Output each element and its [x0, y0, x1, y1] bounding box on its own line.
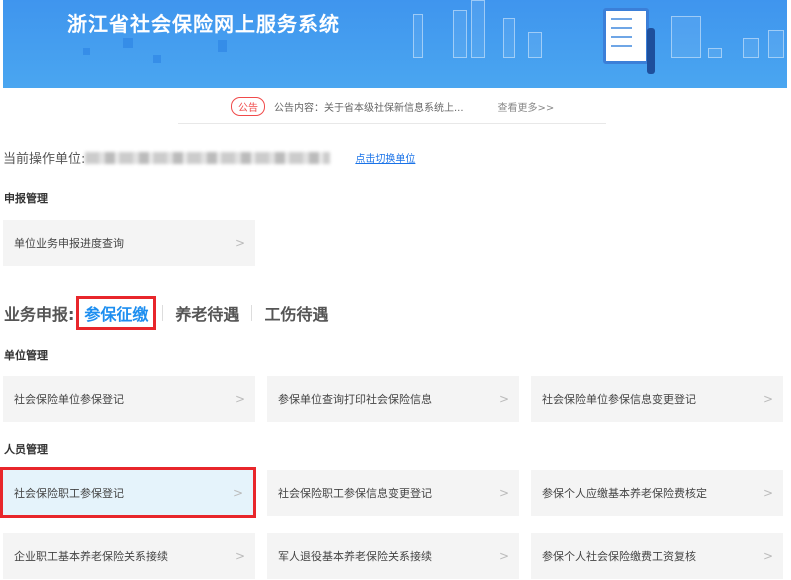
- card-label: 军人退役基本养老保险关系接续: [278, 550, 432, 563]
- notice-bar: 公告 公告内容：关于省本级社保新信息系统上... 查看更多>>: [231, 97, 554, 116]
- building-icon: [768, 30, 784, 58]
- decor-square: [123, 38, 133, 48]
- building-icon: [503, 18, 515, 58]
- chevron-right-icon: >: [762, 486, 773, 500]
- chevron-right-icon: >: [234, 392, 245, 406]
- person-illustration: [647, 28, 655, 74]
- decor-square: [218, 40, 227, 52]
- card-label: 单位业务申报进度查询: [14, 237, 124, 250]
- card-label: 社会保险职工参保登记: [14, 486, 124, 500]
- tab-insurance-collection[interactable]: 参保征缴: [76, 296, 157, 330]
- card-label: 企业职工基本养老保险关系接续: [14, 550, 168, 563]
- divider: [178, 123, 606, 124]
- building-icon: [413, 14, 423, 58]
- chevron-right-icon: >: [762, 392, 773, 406]
- chevron-right-icon: >: [232, 485, 243, 500]
- section-title: 单位管理: [4, 349, 48, 362]
- menu-card[interactable]: 单位业务申报进度查询 >: [3, 220, 255, 266]
- chevron-right-icon: >: [498, 486, 509, 500]
- menu-card[interactable]: 企业职工基本养老保险关系接续 >: [3, 533, 255, 579]
- tab-pension[interactable]: 养老待遇: [169, 301, 245, 325]
- switch-unit-link[interactable]: 点击切换单位: [355, 150, 415, 165]
- chevron-right-icon: >: [498, 549, 509, 563]
- building-icon: [743, 38, 759, 58]
- building-icon: [471, 0, 485, 58]
- business-label: 业务申报:: [4, 305, 75, 324]
- building-icon: [453, 10, 467, 58]
- menu-card-employee-registration[interactable]: 社会保险职工参保登记 >: [0, 467, 256, 518]
- menu-card[interactable]: 军人退役基本养老保险关系接续 >: [267, 533, 519, 579]
- view-more-link[interactable]: 查看更多>>: [498, 99, 555, 114]
- building-icon: [708, 48, 722, 58]
- decor-square: [83, 48, 90, 55]
- card-label: 参保单位查询打印社会保险信息: [278, 393, 432, 406]
- section-title: 人员管理: [4, 443, 48, 456]
- chevron-right-icon: >: [762, 549, 773, 563]
- menu-card[interactable]: 参保个人应缴基本养老保险费核定 >: [531, 470, 783, 516]
- clipboard-illustration: [603, 8, 649, 64]
- menu-card[interactable]: 参保个人社会保险缴费工资复核 >: [531, 533, 783, 579]
- decor-square: [153, 55, 161, 63]
- building-icon: [671, 16, 701, 58]
- card-label: 社会保险单位参保登记: [14, 393, 124, 406]
- tab-separator: [162, 305, 164, 321]
- card-label: 参保个人社会保险缴费工资复核: [542, 550, 696, 563]
- menu-card[interactable]: 参保单位查询打印社会保险信息 >: [267, 376, 519, 422]
- menu-card[interactable]: 社会保险单位参保登记 >: [3, 376, 255, 422]
- chevron-right-icon: >: [234, 549, 245, 563]
- card-label: 社会保险职工参保信息变更登记: [278, 487, 432, 500]
- tab-separator: [251, 305, 253, 321]
- chevron-right-icon: >: [234, 236, 245, 250]
- section-title: 申报管理: [4, 192, 48, 205]
- menu-card[interactable]: 社会保险职工参保信息变更登记 >: [267, 470, 519, 516]
- notice-badge: 公告: [231, 97, 265, 116]
- current-unit-label: 当前操作单位:: [3, 152, 86, 167]
- notice-text[interactable]: 公告内容：关于省本级社保新信息系统上...: [274, 99, 464, 114]
- building-icon: [528, 32, 542, 58]
- header-banner: 浙江省社会保险网上服务系统: [3, 0, 787, 88]
- business-tabs: 业务申报: 参保征缴 养老待遇 工伤待遇: [4, 296, 334, 330]
- chevron-right-icon: >: [498, 392, 509, 406]
- current-unit: 当前操作单位: 点击切换单位: [3, 148, 415, 167]
- tab-injury[interactable]: 工伤待遇: [258, 301, 334, 325]
- menu-card[interactable]: 社会保险单位参保信息变更登记 >: [531, 376, 783, 422]
- page-title: 浙江省社会保险网上服务系统: [67, 12, 340, 36]
- unit-name-blurred: [85, 151, 331, 164]
- card-label: 社会保险单位参保信息变更登记: [542, 393, 696, 406]
- card-label: 参保个人应缴基本养老保险费核定: [542, 487, 707, 500]
